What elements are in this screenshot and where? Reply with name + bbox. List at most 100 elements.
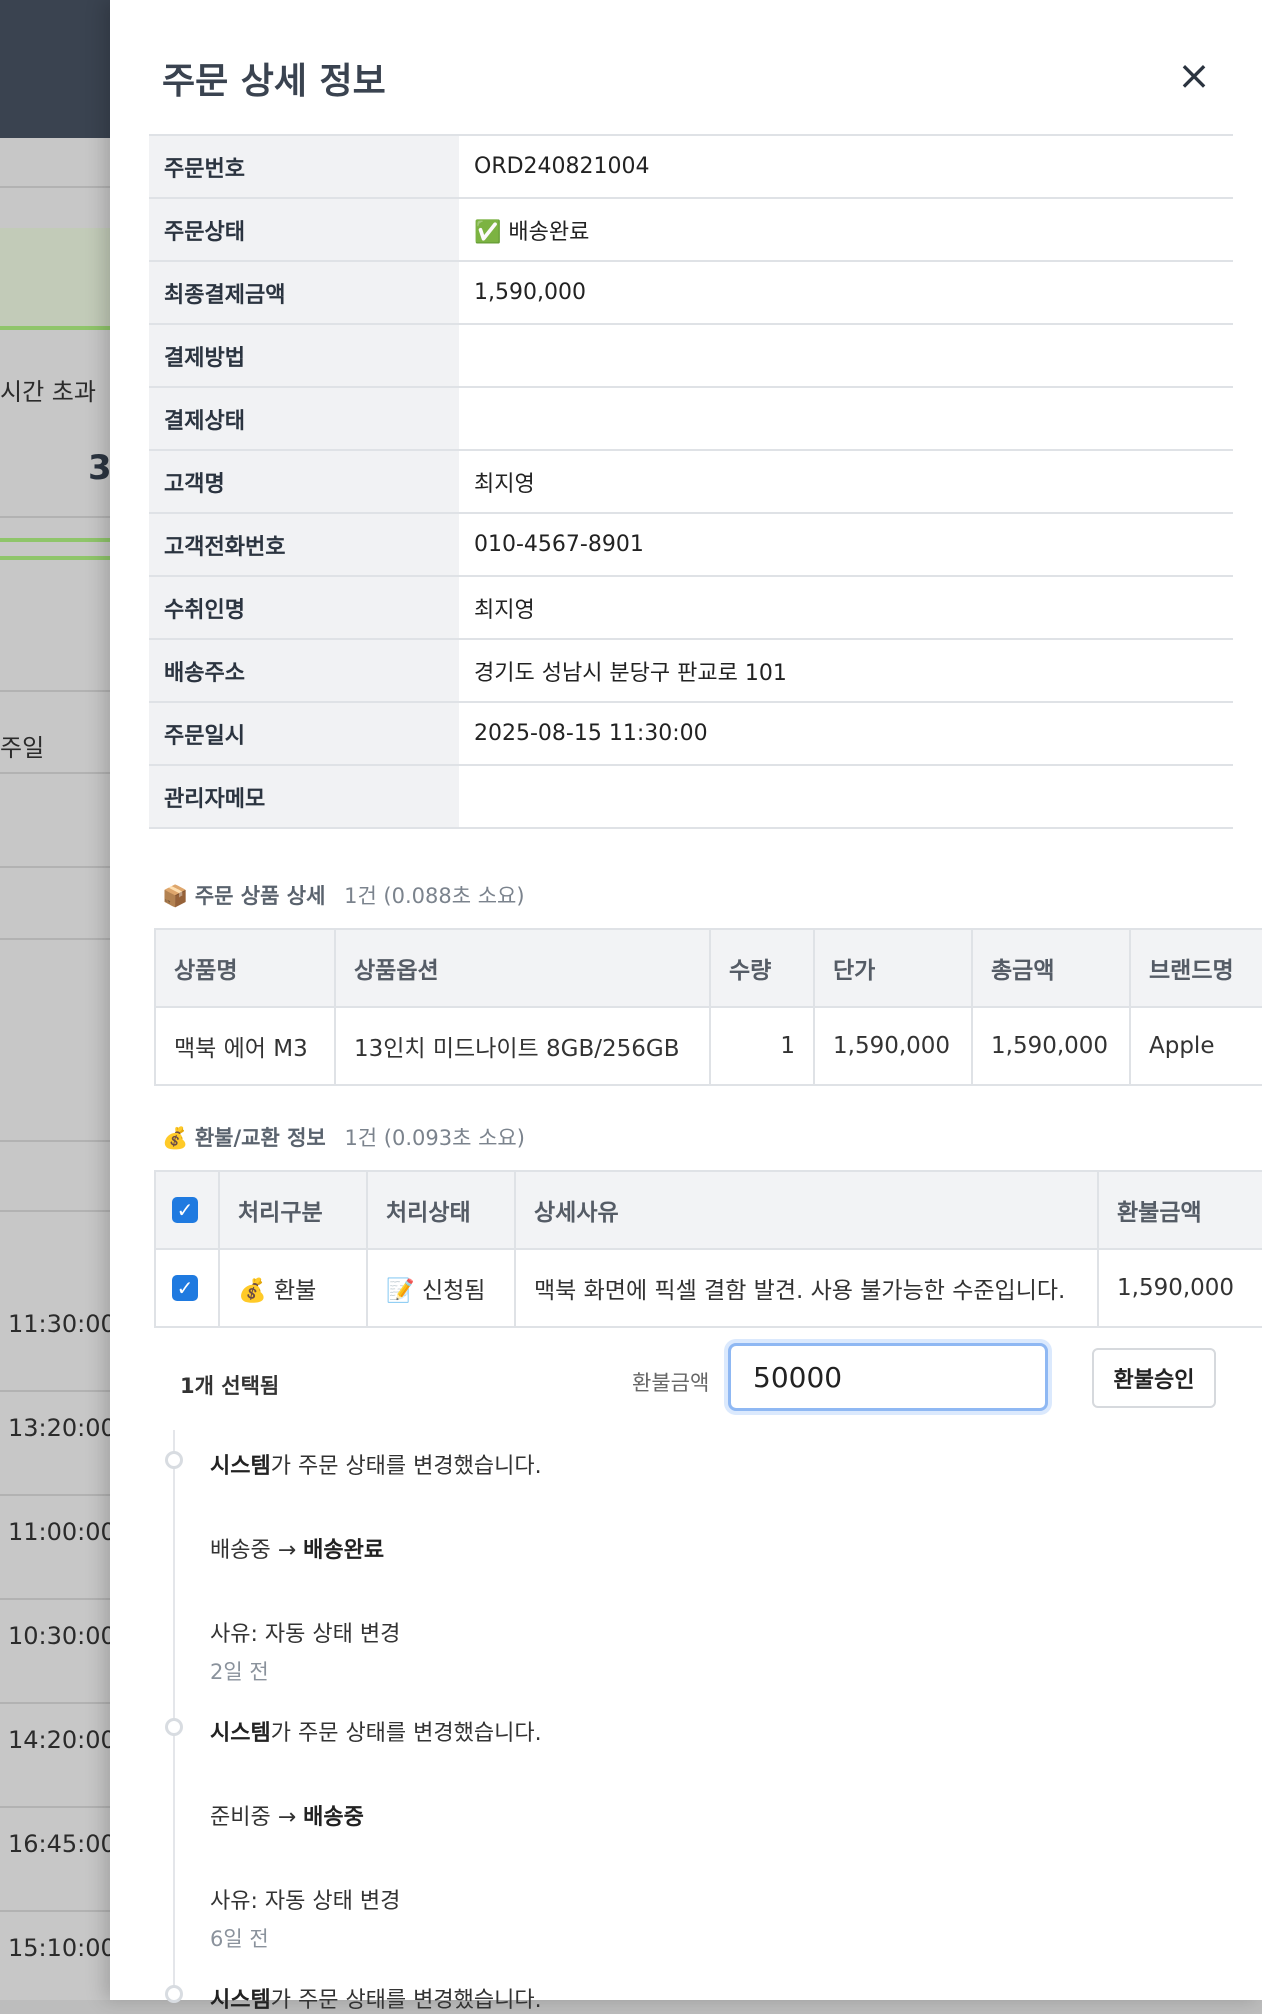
refund-reason: 맥북 화면에 픽셀 결함 발견. 사용 불가능한 수준입니다. [514, 1248, 1099, 1328]
divider [0, 1702, 110, 1704]
arrow-icon: → [277, 1538, 297, 1563]
product-option: 13인치 미드나이트 8GB/256GB [334, 1006, 711, 1086]
background-time: 11:00:00 [8, 1518, 110, 1546]
background-time: 11:30:00 [8, 1310, 110, 1338]
status-from: 배송중 [210, 1538, 271, 1563]
info-key: 주문번호 [149, 135, 459, 199]
refund-table: ✓ 처리구분 처리상태 상세사유 환불금액 ✓ 💰 환불 📝 신청됨 맥북 화면… [154, 1170, 1262, 1328]
order-info-table: 주문번호 ORD240821004 주문상태 ✅ 배송완료 최종결제금액 1,590,00… [149, 134, 1233, 829]
timeline-action: 가 주문 상태를 변경했습니다. [270, 1988, 542, 2013]
info-row: 배송주소 경기도 성남시 분당구 판교로 101 [149, 639, 1233, 703]
info-key: 고객명 [149, 450, 459, 514]
drawer-title: 주문 상세 정보 [162, 61, 386, 102]
background-time: 13:20:00 [8, 1414, 110, 1442]
divider [0, 516, 110, 518]
info-value: 경기도 성남시 분당구 판교로 101 [459, 639, 1233, 703]
info-key: 최종결제금액 [149, 261, 459, 325]
info-key: 관리자메모 [149, 765, 459, 829]
refund-table-wrapper[interactable]: ✓ 처리구분 처리상태 상세사유 환불금액 ✓ 💰 환불 📝 신청됨 맥북 화면… [154, 1170, 1262, 1330]
info-row: 주문번호 ORD240821004 [149, 135, 1233, 199]
refund-status: 📝 신청됨 [366, 1248, 516, 1328]
timeline-actor: 시스템 [210, 1454, 271, 1479]
info-row: 주문상태 ✅ 배송완료 [149, 198, 1233, 262]
product-total: 1,590,000 [971, 1006, 1131, 1086]
table-row[interactable]: 맥북 에어 M3 13인치 미드나이트 8GB/256GB 1 1,590,00… [154, 1006, 1262, 1086]
background-page: 시간 초과 3 주일 11:30:00 13:20:00 11:00:00 10… [0, 0, 110, 2000]
products-table: 상품명 상품옵션 수량 단가 총금액 브랜드명 맥북 에어 M3 13인치 미드… [154, 928, 1262, 1086]
col-header[interactable]: 상품명 [154, 928, 336, 1008]
timeline-time: 2일 전 [210, 1660, 269, 1684]
divider [0, 1140, 110, 1142]
close-icon[interactable]: × [1174, 56, 1214, 96]
divider [0, 1910, 110, 1912]
info-row: 고객전화번호 010-4567-8901 [149, 513, 1233, 577]
info-row: 결제상태 [149, 387, 1233, 451]
timeline-actor: 시스템 [210, 1988, 271, 2013]
col-header[interactable]: 처리상태 [366, 1170, 516, 1250]
divider [0, 1494, 110, 1496]
divider [0, 556, 110, 560]
info-row: 고객명 최지영 [149, 450, 1233, 514]
col-header[interactable]: 총금액 [971, 928, 1131, 1008]
col-header[interactable]: 환불금액 [1097, 1170, 1262, 1250]
select-all-checkbox[interactable]: ✓ [172, 1197, 198, 1223]
package-icon: 📦 [162, 884, 189, 908]
selected-count: 1개 선택됨 [180, 1374, 280, 1398]
refund-section-header: 💰 환불/교환 정보 1건 (0.093초 소요) [162, 1122, 525, 1152]
info-value: 1,590,000 [459, 261, 1233, 325]
product-name: 맥북 에어 M3 [154, 1006, 336, 1086]
approve-refund-button[interactable]: 환불승인 [1092, 1348, 1216, 1408]
background-label: 시간 초과 [0, 378, 96, 406]
divider [0, 938, 110, 940]
col-header[interactable]: 수량 [709, 928, 815, 1008]
refund-amount-label: 환불금액 [632, 1371, 710, 1395]
info-row: 수취인명 최지영 [149, 576, 1233, 640]
select-all-cell: ✓ [154, 1170, 220, 1250]
info-key: 고객전화번호 [149, 513, 459, 577]
row-checkbox[interactable]: ✓ [172, 1275, 198, 1301]
info-row: 결제방법 [149, 324, 1233, 388]
divider [0, 1390, 110, 1392]
info-value [459, 765, 1233, 829]
info-value: 010-4567-8901 [459, 513, 1233, 577]
timeline-time: 6일 전 [210, 1927, 269, 1951]
background-topbar [0, 0, 110, 138]
timeline-entry-title: 시스템가 주문 상태를 변경했습니다. [210, 1448, 542, 1480]
divider [0, 186, 110, 188]
history-timeline [173, 1430, 175, 2000]
col-header[interactable]: 처리구분 [218, 1170, 368, 1250]
timeline-dot [165, 1451, 183, 1469]
info-key: 결제방법 [149, 324, 459, 388]
divider [0, 1806, 110, 1808]
info-value: ORD240821004 [459, 135, 1233, 199]
divider [0, 690, 110, 692]
timeline-entry-title: 시스템가 주문 상태를 변경했습니다. [210, 1982, 542, 2014]
col-header[interactable]: 상세사유 [514, 1170, 1099, 1250]
table-row[interactable]: ✓ 💰 환불 📝 신청됨 맥북 화면에 픽셀 결함 발견. 사용 불가능한 수준… [154, 1248, 1262, 1328]
status-to: 배송완료 [303, 1538, 385, 1563]
background-column-label: 주일 [0, 734, 45, 762]
refund-amount: 1,590,000 [1097, 1248, 1262, 1328]
col-header[interactable]: 브랜드명 [1129, 928, 1262, 1008]
timeline-dot [165, 1718, 183, 1736]
background-time: 16:45:00 [8, 1830, 110, 1858]
row-select-cell: ✓ [154, 1248, 220, 1328]
info-key: 주문일시 [149, 702, 459, 766]
status-to: 배송중 [303, 1805, 364, 1830]
col-header[interactable]: 단가 [813, 928, 973, 1008]
col-header[interactable]: 상품옵션 [334, 928, 711, 1008]
timeline-entry-title: 시스템가 주문 상태를 변경했습니다. [210, 1715, 542, 1747]
refund-amount-input[interactable] [728, 1343, 1048, 1411]
info-value [459, 324, 1233, 388]
timeline-reason: 사유: 자동 상태 변경 [210, 1889, 401, 1914]
timeline-dot [165, 1985, 183, 2003]
background-number: 3 [88, 448, 110, 488]
info-row: 관리자메모 [149, 765, 1233, 829]
divider [0, 538, 110, 542]
timeline-action: 가 주문 상태를 변경했습니다. [270, 1454, 542, 1479]
arrow-icon: → [277, 1805, 297, 1830]
info-row: 주문일시 2025-08-15 11:30:00 [149, 702, 1233, 766]
products-table-wrapper[interactable]: 상품명 상품옵션 수량 단가 총금액 브랜드명 맥북 에어 M3 13인치 미드… [154, 928, 1262, 1088]
refund-section-count: 1건 (0.093초 소요) [344, 1126, 525, 1150]
product-brand: Apple [1129, 1006, 1262, 1086]
